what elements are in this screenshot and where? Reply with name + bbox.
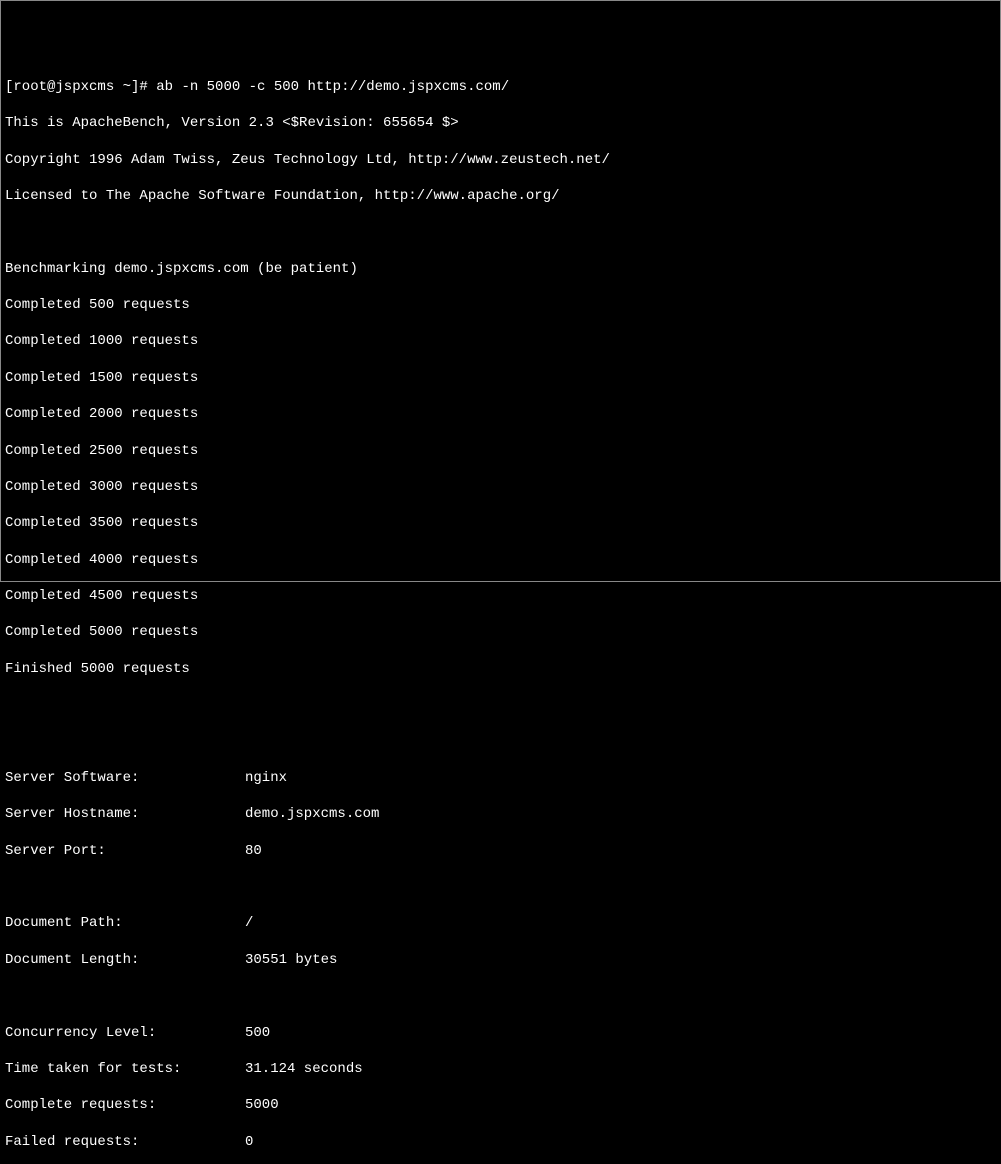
shell-prompt: [root@jspxcms ~]#: [5, 79, 156, 95]
result-value: 80: [245, 842, 262, 860]
result-label: Document Length:: [5, 951, 245, 969]
output-line: Copyright 1996 Adam Twiss, Zeus Technolo…: [5, 151, 996, 169]
result-value: demo.jspxcms.com: [245, 805, 379, 823]
result-value: nginx: [245, 769, 287, 787]
result-server-software: Server Software:nginx: [5, 769, 996, 787]
progress-line: Completed 1500 requests: [5, 369, 996, 387]
result-value: /: [245, 914, 253, 932]
result-server-hostname: Server Hostname:demo.jspxcms.com: [5, 805, 996, 823]
blank-line: [5, 987, 996, 1005]
output-line: This is ApacheBench, Version 2.3 <$Revis…: [5, 114, 996, 132]
progress-line: Completed 1000 requests: [5, 332, 996, 350]
result-label: Server Hostname:: [5, 805, 245, 823]
blank-line: [5, 878, 996, 896]
result-document-length: Document Length:30551 bytes: [5, 951, 996, 969]
result-server-port: Server Port:80: [5, 842, 996, 860]
result-value: 5000: [245, 1096, 279, 1114]
progress-line: Completed 4500 requests: [5, 587, 996, 605]
result-value: 0: [245, 1133, 253, 1151]
blank-line: [5, 696, 996, 714]
result-value: 500: [245, 1024, 270, 1042]
progress-line: Completed 5000 requests: [5, 623, 996, 641]
output-line: Licensed to The Apache Software Foundati…: [5, 187, 996, 205]
progress-line: Completed 3500 requests: [5, 514, 996, 532]
blank-line: [5, 733, 996, 751]
result-label: Concurrency Level:: [5, 1024, 245, 1042]
result-failed-requests: Failed requests:0: [5, 1133, 996, 1151]
progress-line: Completed 2500 requests: [5, 442, 996, 460]
result-document-path: Document Path:/: [5, 914, 996, 932]
result-complete-requests: Complete requests:5000: [5, 1096, 996, 1114]
result-label: Time taken for tests:: [5, 1060, 245, 1078]
result-value: 30551 bytes: [245, 951, 337, 969]
result-time-taken: Time taken for tests:31.124 seconds: [5, 1060, 996, 1078]
result-label: Complete requests:: [5, 1096, 245, 1114]
result-value: 31.124 seconds: [245, 1060, 363, 1078]
result-label: Document Path:: [5, 914, 245, 932]
benchmark-start: Benchmarking demo.jspxcms.com (be patien…: [5, 260, 996, 278]
progress-line: Completed 500 requests: [5, 296, 996, 314]
result-concurrency-level: Concurrency Level:500: [5, 1024, 996, 1042]
progress-line: Completed 4000 requests: [5, 551, 996, 569]
result-label: Server Port:: [5, 842, 245, 860]
command-text: ab -n 5000 -c 500 http://demo.jspxcms.co…: [156, 79, 509, 95]
blank-line: [5, 223, 996, 241]
progress-line: Completed 3000 requests: [5, 478, 996, 496]
result-label: Server Software:: [5, 769, 245, 787]
result-label: Failed requests:: [5, 1133, 245, 1151]
finished-line: Finished 5000 requests: [5, 660, 996, 678]
command-line[interactable]: [root@jspxcms ~]# ab -n 5000 -c 500 http…: [5, 78, 996, 96]
progress-line: Completed 2000 requests: [5, 405, 996, 423]
